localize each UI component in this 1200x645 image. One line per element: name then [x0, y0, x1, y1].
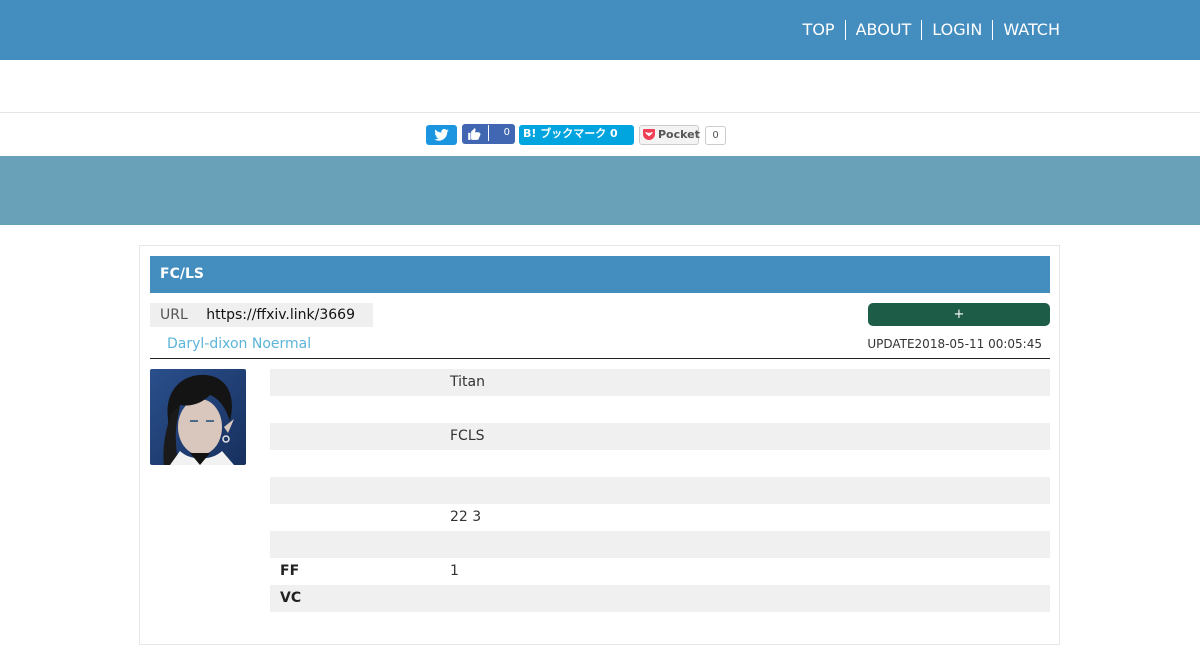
pocket-icon	[643, 129, 655, 140]
info-row	[270, 531, 1050, 558]
hatena-bookmark-button[interactable]: B! ブックマーク 0	[519, 125, 634, 145]
info-row: FF 1	[270, 558, 1050, 585]
character-name-link[interactable]: Daryl-dixon Noermal	[167, 335, 311, 353]
facebook-like-button[interactable]: 0	[462, 124, 515, 144]
facebook-like-count: 0	[488, 125, 514, 141]
character-avatar[interactable]	[150, 369, 246, 465]
info-row-value: Titan	[450, 374, 485, 390]
hero-band	[0, 156, 1200, 225]
pocket-button[interactable]: Pocket	[639, 125, 700, 145]
url-label: URL	[160, 307, 188, 323]
top-header-bar: TOP ABOUT LOGIN WATCH	[0, 0, 1200, 60]
info-row: VC	[270, 585, 1050, 612]
nav-login-link[interactable]: LOGIN	[921, 20, 992, 40]
info-row-key: VC	[280, 590, 302, 606]
url-value[interactable]: https://ffxiv.link/3669	[206, 307, 355, 323]
info-row: Titan	[270, 369, 1050, 396]
nav-watch-link[interactable]: WATCH	[992, 20, 1060, 40]
twitter-share-button[interactable]	[426, 125, 457, 145]
info-row-value: 22 3	[450, 509, 482, 525]
character-portrait-image	[150, 369, 246, 465]
info-row	[270, 396, 1050, 423]
fc-ls-card: FC/LS URL https://ffxiv.link/3669 + Dary…	[139, 245, 1060, 645]
info-row-key: FF	[280, 563, 300, 579]
nav-top-link[interactable]: TOP	[803, 20, 845, 40]
info-row	[270, 477, 1050, 504]
pocket-label: Pocket	[658, 128, 700, 141]
twitter-bird-icon	[434, 129, 449, 141]
pocket-count: 0	[705, 126, 726, 145]
info-row-value: 1	[450, 563, 459, 579]
header-divider	[0, 112, 1200, 113]
info-row: 22 3	[270, 504, 1050, 531]
card-divider	[150, 358, 1050, 359]
info-row: FCLS	[270, 423, 1050, 450]
thumbs-up-icon	[468, 128, 481, 140]
info-row-value: FCLS	[450, 428, 485, 444]
card-title: FC/LS	[150, 256, 1050, 293]
share-buttons-bar: 0 B! ブックマーク 0 Pocket 0	[0, 124, 1200, 146]
short-url-box: URL https://ffxiv.link/3669	[150, 303, 373, 327]
nav-about-link[interactable]: ABOUT	[844, 20, 922, 40]
add-button[interactable]: +	[868, 303, 1050, 326]
character-info-table: Titan FCLS 22 3 FF 1 VC	[270, 369, 1050, 612]
main-nav: TOP ABOUT LOGIN WATCH	[803, 20, 1060, 40]
info-row	[270, 450, 1050, 477]
update-timestamp: UPDATE2018-05-11 00:05:45	[867, 337, 1042, 351]
